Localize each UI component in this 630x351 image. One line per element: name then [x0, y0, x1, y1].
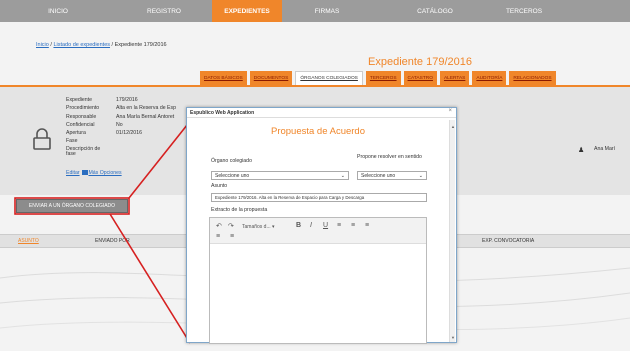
organo-select[interactable]: Seleccione uno ⌄ [211, 171, 349, 180]
asunto-label: Asunto [211, 183, 228, 189]
modal-window-title: Espublico Web Application [190, 110, 255, 116]
propone-select-value: Seleccione uno [361, 172, 396, 179]
chevron-down-icon: ⌄ [340, 172, 345, 179]
asunto-input-value: Expediente 179/2016. Alta en la Reserva … [215, 195, 365, 200]
redo-icon[interactable]: ↷ [228, 222, 234, 230]
underline-icon[interactable]: U [323, 222, 328, 229]
organo-label: Órgano colegiado [211, 158, 252, 164]
modal-scrollbar[interactable]: ▲ ▼ [449, 120, 455, 342]
font-size-label: Tamaños d... [242, 224, 271, 230]
align-right-icon[interactable]: ≡ [365, 222, 369, 229]
scroll-down-icon[interactable]: ▼ [451, 335, 455, 340]
chevron-down-icon: ⌄ [418, 172, 423, 179]
propone-select[interactable]: Seleccione uno ⌄ [357, 171, 427, 180]
close-icon[interactable]: × [448, 108, 452, 114]
bullet-list-icon[interactable]: ≡ [216, 233, 220, 240]
editor-toolbar: ↶ ↷ Tamaños d... ▾ B I U ≡ ≡ ≡ ≡ ≡ [210, 218, 426, 244]
bold-icon[interactable]: B [296, 222, 301, 229]
modal-dialog: Espublico Web Application × ▲ ▼ Propuest… [186, 107, 457, 344]
asunto-input[interactable]: Expediente 179/2016. Alta en la Reserva … [211, 193, 427, 202]
chevron-down-icon: ▾ [272, 224, 275, 230]
rich-text-editor[interactable]: ↶ ↷ Tamaños d... ▾ B I U ≡ ≡ ≡ ≡ ≡ [209, 217, 427, 344]
numbered-list-icon[interactable]: ≡ [230, 233, 234, 240]
modal-titlebar: Espublico Web Application [187, 108, 456, 118]
extracto-label: Extracto de la propuesta [211, 207, 268, 213]
scroll-up-icon[interactable]: ▲ [451, 124, 455, 129]
undo-icon[interactable]: ↶ [216, 222, 222, 230]
italic-icon[interactable]: I [310, 222, 312, 229]
align-left-icon[interactable]: ≡ [337, 222, 341, 229]
align-center-icon[interactable]: ≡ [351, 222, 355, 229]
font-size-select[interactable]: Tamaños d... ▾ [242, 224, 275, 230]
modal-title: Propuesta de Acuerdo [270, 126, 365, 137]
propone-label: Propone resolver en sentido [357, 154, 422, 160]
organo-select-value: Seleccione uno [215, 172, 250, 179]
